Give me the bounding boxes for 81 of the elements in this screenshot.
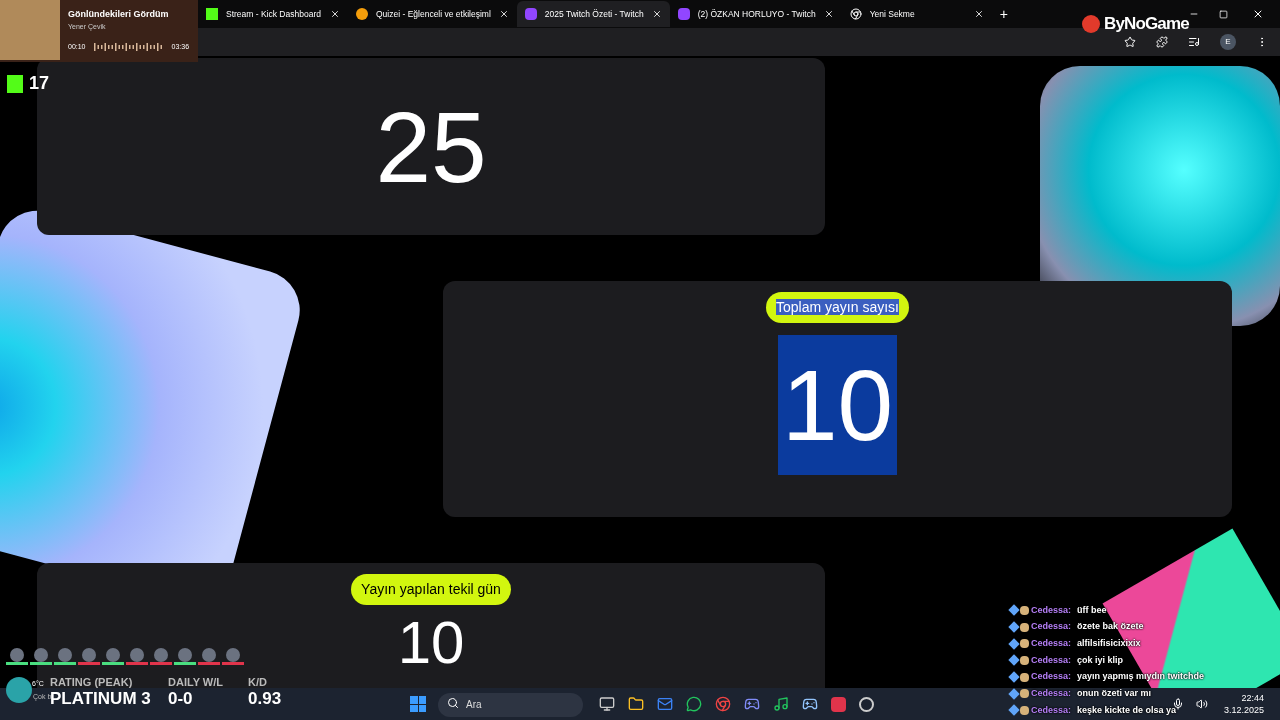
- chat-message: çok iyi klip: [1077, 653, 1124, 667]
- close-icon[interactable]: [651, 9, 662, 19]
- clock-date: 3.12.2025: [1223, 704, 1264, 716]
- folder-icon[interactable]: [628, 696, 644, 712]
- browser-tab[interactable]: (2) ÖZKAN HORLUYO - Twitch: [669, 1, 842, 27]
- new-tab-button[interactable]: +: [999, 3, 1008, 25]
- search-field[interactable]: Ara: [438, 692, 583, 717]
- kick-logo-icon: [7, 74, 23, 93]
- chat-username: Cedessa:: [1031, 703, 1072, 717]
- chat-message: keşke kickte de olsa ya: [1077, 703, 1177, 717]
- brand-logo: ByNoGame: [1104, 14, 1189, 34]
- media-icon[interactable]: [1188, 36, 1200, 48]
- tab-title: Yeni Sekme: [869, 7, 916, 21]
- close-icon[interactable]: [498, 9, 509, 19]
- browser-icon: [849, 8, 862, 20]
- close-icon[interactable]: [973, 9, 984, 19]
- stat-label: Toplam yayın sayısı: [766, 292, 909, 323]
- mail-icon[interactable]: [657, 696, 673, 712]
- stat-reading: 0.93: [248, 689, 282, 709]
- twitch-icon: [524, 8, 537, 20]
- waveform-icon: [93, 43, 164, 52]
- browser-icon[interactable]: [715, 696, 731, 712]
- badge-icon: [1008, 638, 1020, 650]
- game-launcher-icon[interactable]: [802, 696, 818, 712]
- tab-title: Stream - Kick Dashboard: [226, 7, 322, 21]
- tab-title: 2025 Twitch Özeti - Twitch: [544, 7, 644, 21]
- maximize-icon[interactable]: [1219, 9, 1228, 19]
- browser-tab[interactable]: Quizei - Eğlenceli ve etkileşiml: [348, 1, 517, 27]
- stat-heading: K/D: [248, 675, 267, 689]
- stat-reading: PLATINUM 3: [50, 689, 151, 709]
- chat-username: Cedessa:: [1031, 603, 1072, 617]
- chat-username: Cedessa:: [1031, 620, 1072, 634]
- extensions-icon[interactable]: [1156, 36, 1168, 48]
- stat-value: 10: [396, 613, 466, 673]
- stat-heading: RATING (PEAK): [50, 675, 133, 689]
- quiz-icon: [356, 8, 368, 20]
- app-icon[interactable]: [859, 696, 874, 712]
- chat-username: Cedessa:: [1031, 687, 1072, 701]
- tab-title: Quizei - Eğlenceli ve etkileşiml: [376, 7, 491, 21]
- badge-icon: [1008, 688, 1020, 700]
- badge-icon: [1008, 704, 1020, 717]
- song-title: Gönlündekileri Gördüm: [68, 8, 170, 21]
- stat-value: 25: [374, 96, 488, 197]
- task-view-icon[interactable]: [599, 696, 615, 712]
- viewer-count: 17: [29, 72, 50, 95]
- badge-icon: [1008, 621, 1020, 633]
- browser-tab[interactable]: Stream - Kick Dashboard: [198, 1, 348, 27]
- bookmark-star-icon[interactable]: [1124, 36, 1136, 48]
- stat-value: 10: [777, 335, 898, 475]
- chat-username: Cedessa:: [1031, 636, 1072, 650]
- clock-time: 22:44: [1241, 692, 1264, 704]
- profile-avatar[interactable]: E: [1220, 34, 1236, 50]
- player-avatar: [34, 648, 48, 662]
- close-icon[interactable]: [1252, 8, 1264, 20]
- music-app-icon[interactable]: [773, 696, 789, 712]
- stat-reading: 0-0: [168, 689, 193, 709]
- windows-start-icon[interactable]: [410, 696, 426, 712]
- badge-icon: [1008, 654, 1020, 667]
- stat-label: Yayın yapılan tekil gün: [351, 574, 511, 605]
- browser-tab[interactable]: Yeni Sekme: [841, 1, 992, 27]
- chat-message: onun özeti var mı: [1077, 687, 1152, 701]
- stat-heading: DAILY W/L: [168, 675, 223, 689]
- badge-icon: [1008, 671, 1020, 683]
- chat-username: Cedessa:: [1031, 653, 1072, 667]
- rank-icon: [6, 677, 32, 703]
- chat-app-icon[interactable]: [686, 696, 702, 712]
- volume-icon[interactable]: [1195, 698, 1208, 710]
- search-icon: [447, 697, 459, 710]
- album-cover-placeholder: [0, 0, 60, 60]
- close-icon[interactable]: [823, 9, 834, 19]
- chat-message: üff bee: [1077, 603, 1107, 617]
- gamepad-icon[interactable]: [744, 696, 760, 712]
- browser-tab[interactable]: 2025 Twitch Özeti - Twitch: [516, 1, 670, 27]
- close-icon[interactable]: [330, 9, 340, 19]
- badge-icon: [1008, 604, 1020, 616]
- chat-username: Cedessa:: [1031, 670, 1072, 684]
- kick-icon: [206, 8, 218, 20]
- twitch-icon: [677, 8, 690, 20]
- player-avatar: [10, 648, 24, 662]
- microphone-icon[interactable]: [1171, 698, 1184, 710]
- tab-title: (2) ÖZKAN HORLUYO - Twitch: [697, 7, 816, 21]
